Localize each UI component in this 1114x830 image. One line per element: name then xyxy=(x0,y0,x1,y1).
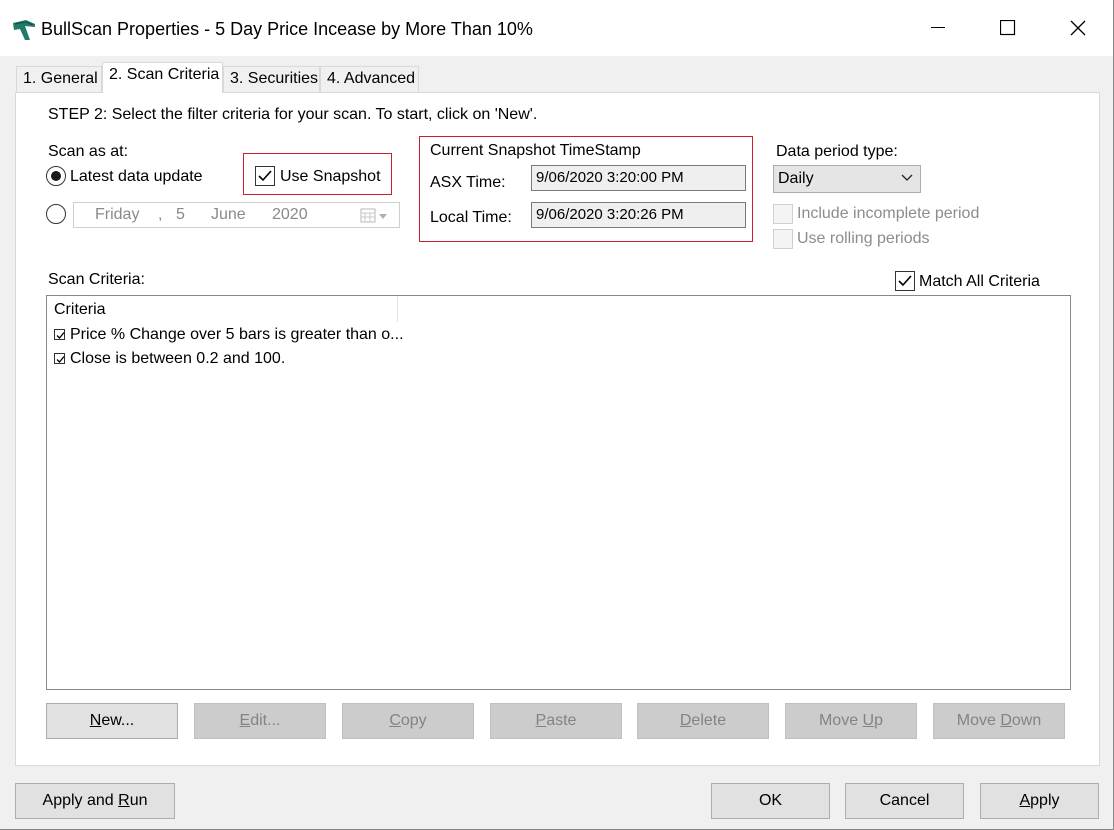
ok-button[interactable]: OK xyxy=(711,783,830,819)
snapshot-title: Current Snapshot TimeStamp xyxy=(430,142,641,159)
date-separator: , xyxy=(158,206,163,223)
criteria-list[interactable]: Criteria Price % Change over 5 bars is g… xyxy=(46,295,1071,690)
apply-button[interactable]: Apply xyxy=(980,783,1099,819)
row-checkbox[interactable] xyxy=(54,353,65,364)
list-item[interactable]: Close is between 0.2 and 100. xyxy=(54,350,285,372)
use-snapshot-checkbox[interactable] xyxy=(255,166,275,186)
match-all-checkbox[interactable] xyxy=(895,271,915,291)
tab-scan-criteria[interactable]: 2. Scan Criteria xyxy=(102,62,223,93)
maximize-button[interactable] xyxy=(973,0,1043,56)
step-instructions: STEP 2: Select the filter criteria for y… xyxy=(48,106,538,123)
asx-time-field: 9/06/2020 3:20:00 PM xyxy=(531,165,746,191)
close-icon xyxy=(1070,20,1086,36)
data-period-value: Daily xyxy=(778,170,814,187)
scan-as-at-label: Scan as at: xyxy=(48,143,129,160)
new-button[interactable]: New... xyxy=(46,703,178,739)
rolling-periods-label: Use rolling periods xyxy=(797,230,930,247)
use-snapshot-label: Use Snapshot xyxy=(280,168,381,185)
date-day: 5 xyxy=(176,206,185,223)
title-bar: BullScan Properties - 5 Day Price Inceas… xyxy=(0,0,1113,56)
include-incomplete-checkbox[interactable] xyxy=(773,204,793,224)
copy-button[interactable]: Copy xyxy=(342,703,474,739)
close-button[interactable] xyxy=(1043,0,1113,56)
scan-criteria-panel: STEP 2: Select the filter criteria for y… xyxy=(15,92,1100,766)
date-month: June xyxy=(211,206,246,223)
cancel-button[interactable]: Cancel xyxy=(845,783,964,819)
match-all-label: Match All Criteria xyxy=(919,273,1040,290)
move-up-button[interactable]: Move Up xyxy=(785,703,917,739)
row-checkbox[interactable] xyxy=(54,329,65,340)
minimize-icon xyxy=(931,27,945,28)
data-period-select[interactable]: Daily xyxy=(773,165,921,193)
bullscan-logo-icon xyxy=(12,18,36,42)
list-item[interactable]: Price % Change over 5 bars is greater th… xyxy=(54,326,404,348)
scan-date-picker[interactable]: Friday , 5 June 2020 xyxy=(73,202,400,228)
data-period-label: Data period type: xyxy=(776,143,898,160)
properties-window: BullScan Properties - 5 Day Price Inceas… xyxy=(0,0,1114,830)
window-title: BullScan Properties - 5 Day Price Inceas… xyxy=(41,19,533,39)
criteria-text: Price % Change over 5 bars is greater th… xyxy=(70,326,404,343)
checkmark-icon xyxy=(898,275,912,287)
criteria-text: Close is between 0.2 and 100. xyxy=(70,350,286,367)
tab-securities[interactable]: 3. Securities xyxy=(223,66,320,92)
latest-data-radio[interactable] xyxy=(46,166,66,186)
latest-data-label: Latest data update xyxy=(70,168,203,185)
apply-and-run-button[interactable]: Apply and Run xyxy=(15,783,175,819)
include-incomplete-label: Include incomplete period xyxy=(797,205,980,222)
scan-criteria-label: Scan Criteria: xyxy=(48,271,145,288)
criteria-column-header[interactable]: Criteria xyxy=(47,296,398,322)
rolling-periods-checkbox[interactable] xyxy=(773,229,793,249)
tab-advanced[interactable]: 4. Advanced xyxy=(320,66,419,92)
tab-general[interactable]: 1. General xyxy=(16,66,102,92)
delete-button[interactable]: Delete xyxy=(637,703,769,739)
specific-date-radio[interactable] xyxy=(46,204,66,224)
checkmark-icon xyxy=(56,332,65,339)
checkmark-icon xyxy=(258,170,272,182)
move-down-button[interactable]: Move Down xyxy=(933,703,1065,739)
chevron-down-icon xyxy=(901,174,913,181)
asx-time-label: ASX Time: xyxy=(430,174,506,191)
local-time-label: Local Time: xyxy=(430,209,512,226)
checkmark-icon xyxy=(56,356,65,363)
maximize-icon xyxy=(1000,20,1016,36)
edit-button[interactable]: Edit... xyxy=(194,703,326,739)
calendar-dropdown-icon[interactable] xyxy=(360,208,390,223)
minimize-button[interactable] xyxy=(903,0,973,56)
local-time-field: 9/06/2020 3:20:26 PM xyxy=(531,202,746,228)
date-year: 2020 xyxy=(272,206,308,223)
date-weekday: Friday xyxy=(95,206,140,223)
paste-button[interactable]: Paste xyxy=(490,703,622,739)
